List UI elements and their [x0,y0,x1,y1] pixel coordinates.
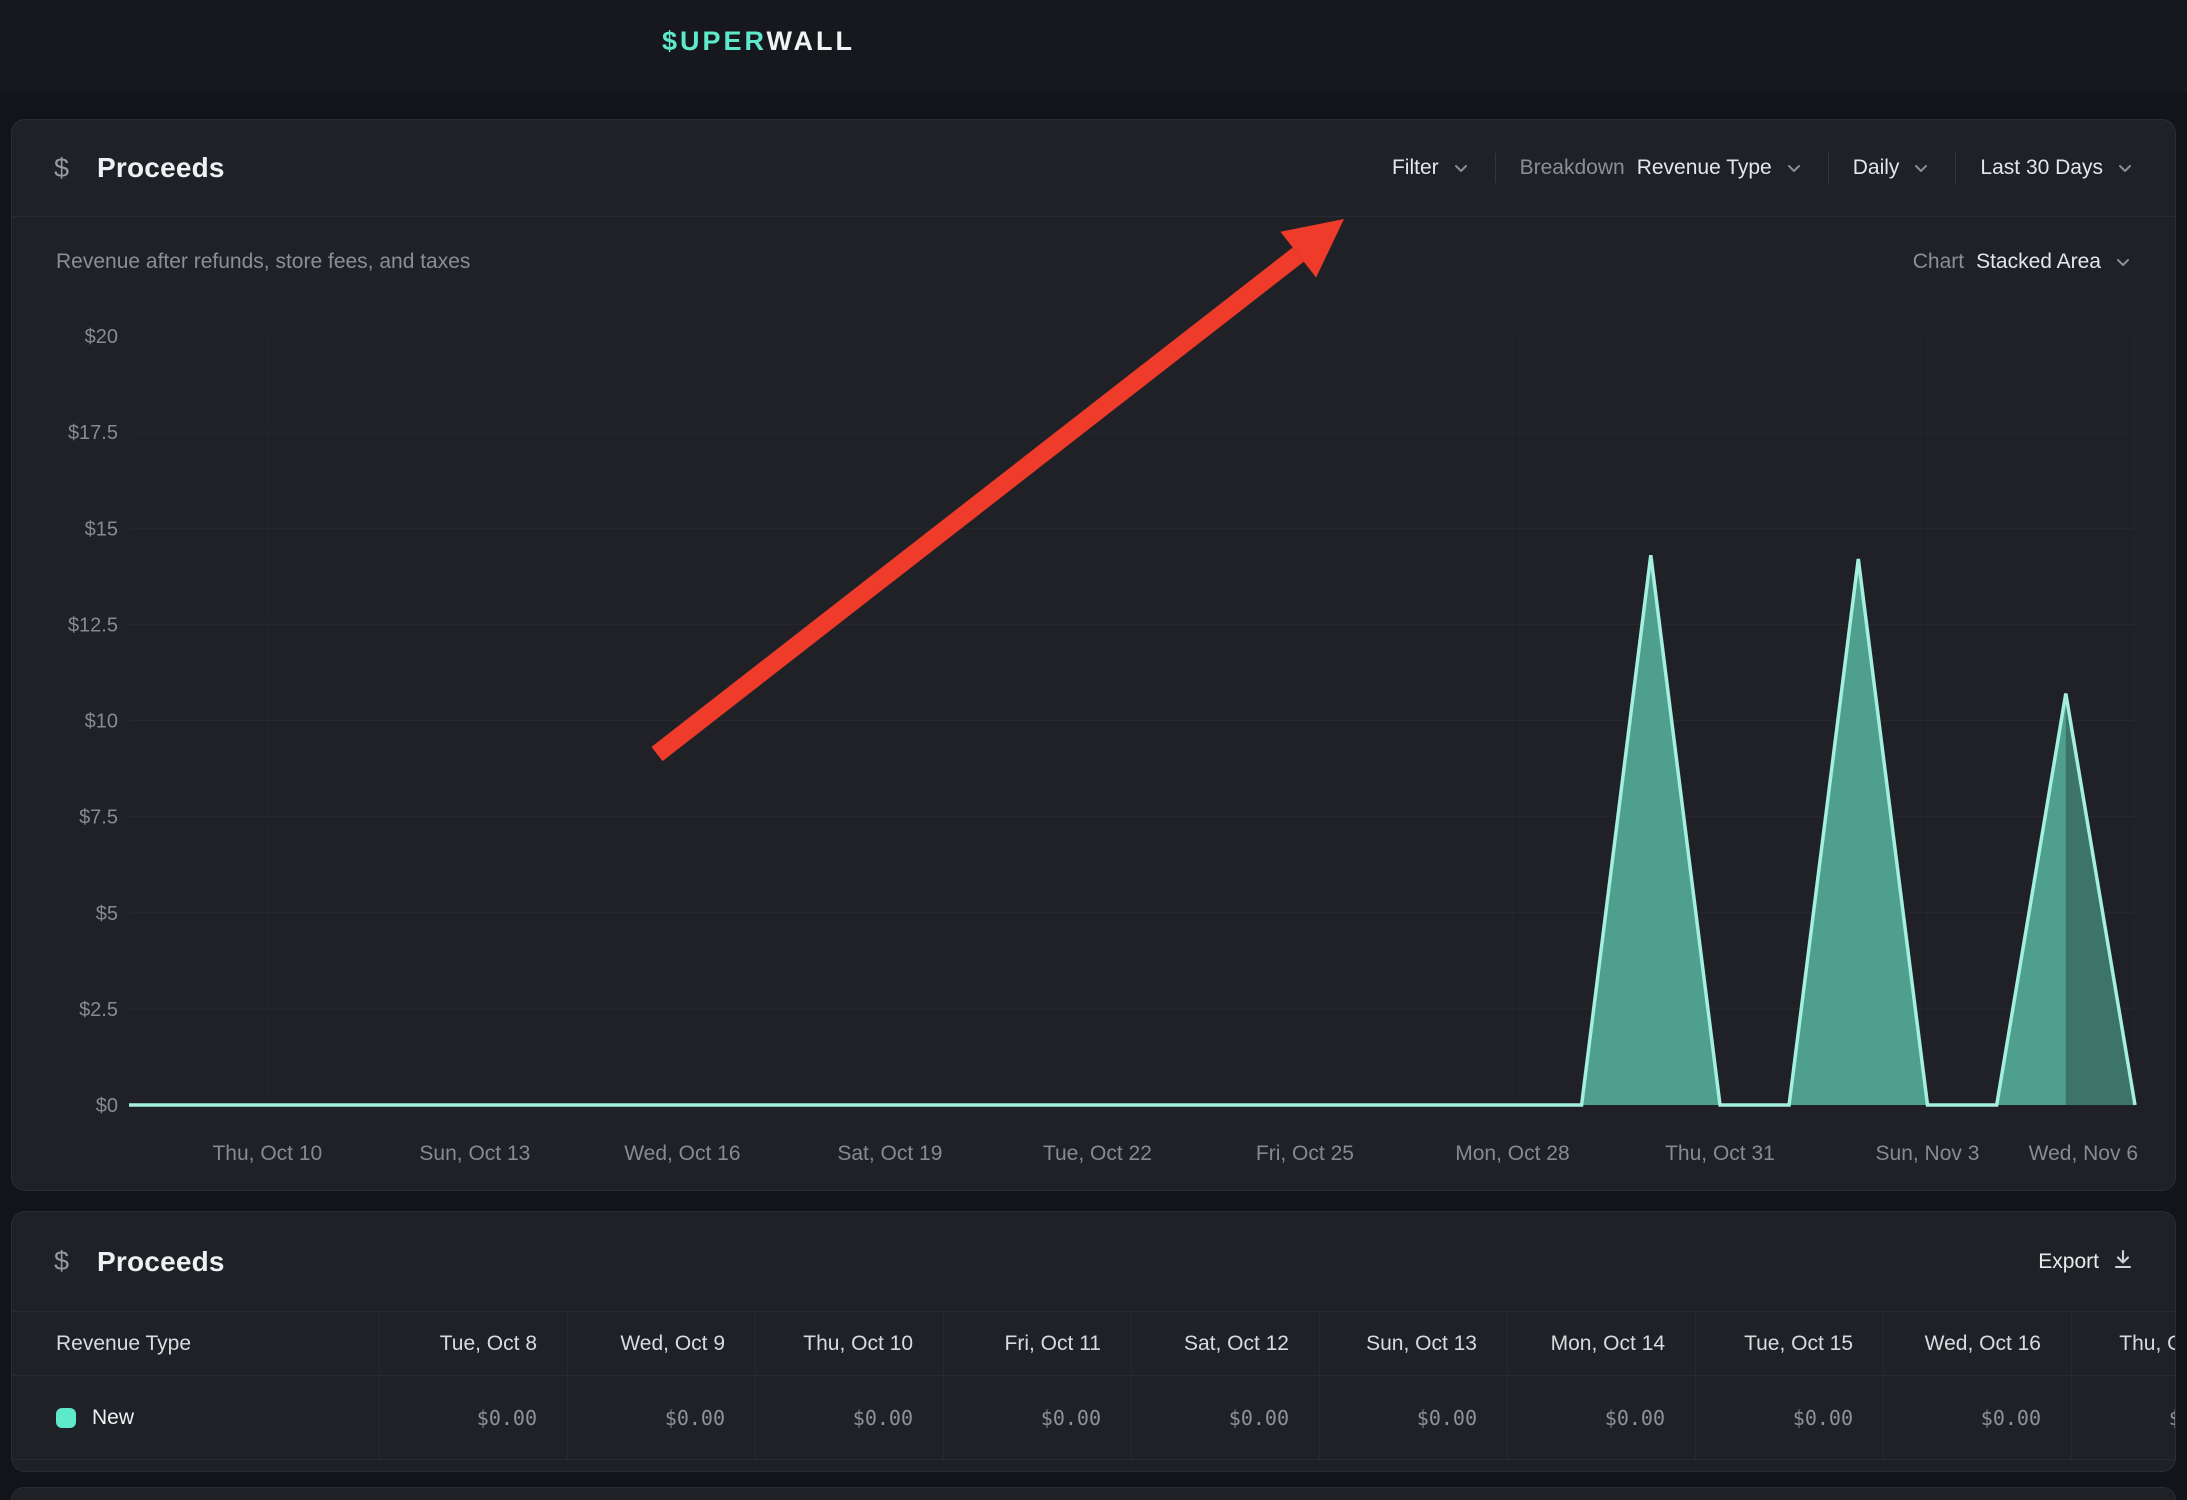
svg-text:$17.5: $17.5 [68,422,118,444]
interval-dropdown[interactable]: Daily [1829,156,1956,180]
superwall-logo[interactable]: $UPERWALL [662,26,855,57]
column-header: Thu, Oct 10 [755,1312,943,1375]
legend-item-new[interactable]: New [12,1376,379,1459]
table-cell: $0.00 [755,1376,943,1459]
chart-subheader: Revenue after refunds, store fees, and t… [12,232,2175,274]
svg-text:Fri, Oct 25: Fri, Oct 25 [1256,1142,1354,1165]
filter-label: Filter [1392,156,1439,180]
column-header: Wed, Oct 16 [1883,1312,2071,1375]
export-label: Export [2038,1250,2099,1274]
page: $UPERWALL $ Proceeds Filter Breakdown Re… [0,0,2187,1500]
page-title: Proceeds [97,152,225,184]
svg-text:$20: $20 [85,326,118,348]
svg-text:$10: $10 [85,711,118,733]
logo-rest-text: WALL [767,26,855,56]
svg-text:$7.5: $7.5 [79,807,118,829]
red-arrow-annotation [657,219,1344,754]
column-header: Thu, Oct 17 [2071,1312,2176,1375]
interval-value: Daily [1853,156,1900,180]
svg-text:$5: $5 [96,903,118,925]
svg-text:Wed, Nov 6: Wed, Nov 6 [2029,1142,2138,1165]
column-header: Tue, Oct 15 [1695,1312,1883,1375]
chevron-down-icon [2113,252,2133,272]
dollar-icon: $ [54,153,69,184]
svg-text:Sun, Nov 3: Sun, Nov 3 [1876,1142,1980,1165]
chart-panel-header: $ Proceeds Filter Breakdown Revenue Type… [12,120,2175,217]
column-header: Fri, Oct 11 [943,1312,1131,1375]
svg-text:Tue, Oct 22: Tue, Oct 22 [1043,1142,1152,1165]
logo-accent-text: $UPER [662,26,767,56]
chevron-down-icon [1784,158,1804,178]
filter-dropdown[interactable]: Filter [1368,156,1495,180]
export-button[interactable]: Export [2038,1247,2135,1277]
chart-subtitle: Revenue after refunds, store fees, and t… [56,250,470,274]
chart-type-label: Chart [1913,250,1964,274]
chart-type-dropdown[interactable]: Chart Stacked Area [1913,250,2133,274]
svg-text:Sun, Oct 13: Sun, Oct 13 [419,1142,530,1165]
svg-text:Wed, Oct 16: Wed, Oct 16 [624,1142,740,1165]
table-cell: $0.00 [1319,1376,1507,1459]
chevron-down-icon [1911,158,1931,178]
svg-text:$15: $15 [85,518,118,540]
proceeds-table-panel: $ Proceeds Export Revenue Type Tue, Oct … [11,1211,2176,1472]
dollar-icon: $ [54,1246,69,1277]
table-panel-header: $ Proceeds Export [12,1212,2175,1312]
table-header-row: Revenue Type Tue, Oct 8 Wed, Oct 9 Thu, … [12,1312,2175,1376]
date-range-dropdown[interactable]: Last 30 Days [1956,156,2135,180]
breakdown-label: Breakdown [1520,156,1625,180]
svg-text:$12.5: $12.5 [68,614,118,636]
column-header: Sun, Oct 13 [1319,1312,1507,1375]
svg-text:Thu, Oct 31: Thu, Oct 31 [1665,1142,1775,1165]
table-cell: $0.00 [2071,1376,2176,1459]
date-range-value: Last 30 Days [1980,156,2103,180]
table-cell: $0.00 [379,1376,567,1459]
breakdown-value: Revenue Type [1637,156,1772,180]
column-header: Sat, Oct 12 [1131,1312,1319,1375]
column-header: Tue, Oct 8 [379,1312,567,1375]
series-label: New [92,1406,134,1430]
chart-type-value: Stacked Area [1976,250,2101,274]
series-swatch [56,1408,76,1428]
svg-text:Thu, Oct 10: Thu, Oct 10 [212,1142,322,1165]
chart-controls: Filter Breakdown Revenue Type Daily Last… [1368,153,2135,183]
proceeds-chart-panel: $ Proceeds Filter Breakdown Revenue Type… [11,119,2176,1191]
svg-text:Sat, Oct 19: Sat, Oct 19 [837,1142,942,1165]
svg-text:$2.5: $2.5 [79,999,118,1021]
chevron-down-icon [1451,158,1471,178]
table-cell: $0.00 [1695,1376,1883,1459]
svg-text:Mon, Oct 28: Mon, Oct 28 [1455,1142,1569,1165]
column-header: Mon, Oct 14 [1507,1312,1695,1375]
top-navigation-bar: $UPERWALL [0,0,2187,93]
column-header: Wed, Oct 9 [567,1312,755,1375]
table-title: Proceeds [97,1246,225,1278]
table-cell: $0.00 [1131,1376,1319,1459]
table-cell: $0.00 [1883,1376,2071,1459]
proceeds-chart: $20 $17.5 $15 $12.5 $10 $7.5 $5 $2.5 $0 Thu, Oct … [12,120,2175,1190]
download-icon [2111,1247,2135,1277]
chevron-down-icon [2115,158,2135,178]
svg-text:$0: $0 [96,1095,118,1117]
table-row: New $0.00 $0.00 $0.00 $0.00 $0.00 $0.00 … [12,1376,2175,1460]
breakdown-dropdown[interactable]: Breakdown Revenue Type [1496,156,1828,180]
table-cell: $0.00 [567,1376,755,1459]
next-panel-top-edge [11,1487,2176,1500]
table-cell: $0.00 [1507,1376,1695,1459]
table-cell: $0.00 [943,1376,1131,1459]
column-header-revenue-type: Revenue Type [12,1312,379,1375]
